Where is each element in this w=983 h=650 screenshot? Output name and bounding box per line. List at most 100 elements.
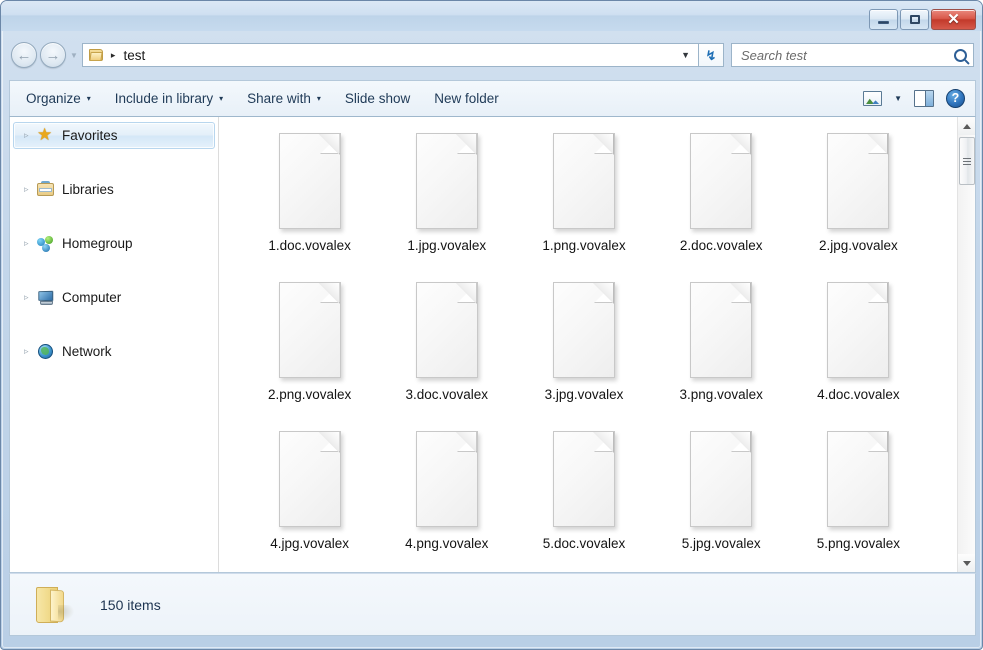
toolbar-label: Slide show bbox=[344, 91, 411, 106]
blank-document-icon bbox=[267, 127, 353, 235]
breadcrumb-path[interactable]: test bbox=[123, 48, 145, 63]
file-name-label: 3.doc.vovalex bbox=[405, 387, 489, 402]
explorer-body: ▹ ★ Favorites ▹ Libraries ▹ Homegroup ▹ … bbox=[9, 117, 976, 573]
file-name-label: 4.jpg.vovalex bbox=[270, 536, 349, 551]
file-item[interactable]: 4.jpg.vovalex bbox=[241, 425, 378, 572]
sidebar-item-network[interactable]: ▹ Network bbox=[13, 338, 215, 365]
scroll-up-button[interactable] bbox=[958, 117, 975, 135]
file-item[interactable]: 1.doc.vovalex bbox=[241, 127, 378, 276]
blank-document-icon bbox=[404, 127, 490, 235]
recent-pages-caret-icon[interactable]: ▼ bbox=[70, 51, 78, 60]
file-item[interactable]: 3.doc.vovalex bbox=[378, 276, 515, 425]
nav-gap bbox=[10, 149, 218, 176]
file-name-label: 4.doc.vovalex bbox=[817, 387, 900, 402]
maximize-icon bbox=[909, 15, 920, 24]
blank-document-icon bbox=[404, 276, 490, 384]
back-arrow-icon: ← bbox=[16, 46, 32, 64]
sidebar-item-label: Favorites bbox=[62, 128, 118, 143]
toolbar-item-organize[interactable]: Organize ▾ bbox=[14, 85, 103, 112]
sidebar-item-computer[interactable]: ▹ Computer bbox=[13, 284, 215, 311]
sidebar-item-label: Computer bbox=[62, 290, 122, 305]
file-name-label: 2.doc.vovalex bbox=[679, 238, 763, 253]
expand-chevron-icon[interactable]: ▹ bbox=[24, 185, 37, 194]
preview-pane-icon bbox=[914, 90, 934, 107]
search-icon[interactable] bbox=[954, 48, 967, 62]
address-bar-row: ← → ▼ ▸ test ▼ ↯ bbox=[1, 37, 982, 73]
address-bar[interactable]: ▸ test ▼ bbox=[81, 43, 698, 67]
toolbar-label: New folder bbox=[434, 91, 499, 106]
search-box[interactable] bbox=[731, 43, 974, 67]
file-item[interactable]: 5.doc.vovalex bbox=[515, 425, 652, 572]
forward-arrow-icon: → bbox=[45, 46, 61, 64]
homegroup-icon bbox=[37, 235, 55, 252]
file-item[interactable]: 2.doc.vovalex bbox=[653, 127, 790, 276]
change-view-button[interactable] bbox=[857, 85, 888, 112]
toolbar-item-include-in-library[interactable]: Include in library ▾ bbox=[103, 85, 235, 112]
file-item[interactable]: 3.png.vovalex bbox=[653, 276, 790, 425]
chevron-down-icon: ▾ bbox=[86, 94, 91, 103]
expand-chevron-icon[interactable]: ▹ bbox=[24, 239, 37, 248]
file-item[interactable]: 2.png.vovalex bbox=[241, 276, 378, 425]
file-item[interactable]: 4.doc.vovalex bbox=[790, 276, 927, 425]
file-item[interactable]: 5.png.vovalex bbox=[790, 425, 927, 572]
minimize-button[interactable] bbox=[869, 9, 898, 30]
preview-pane-button[interactable] bbox=[908, 85, 940, 112]
sidebar-item-label: Libraries bbox=[62, 182, 114, 197]
close-icon: ✕ bbox=[947, 11, 960, 28]
vertical-scrollbar[interactable] bbox=[957, 117, 975, 572]
file-item[interactable]: 1.png.vovalex bbox=[515, 127, 652, 276]
blank-document-icon bbox=[404, 425, 490, 533]
refresh-icon: ↯ bbox=[705, 47, 717, 63]
search-input[interactable] bbox=[741, 47, 950, 63]
file-item[interactable]: 5.jpg.vovalex bbox=[653, 425, 790, 572]
star-icon: ★ bbox=[37, 125, 53, 144]
nav-gap bbox=[10, 257, 218, 284]
blank-document-icon bbox=[541, 127, 627, 235]
sidebar-item-label: Network bbox=[62, 344, 112, 359]
file-name-label: 3.jpg.vovalex bbox=[544, 387, 624, 402]
toolbar-item-new-folder[interactable]: New folder bbox=[422, 85, 511, 112]
file-grid: 1.doc.vovalex 1.jpg.vovalex 1.png.vovalex 2… bbox=[219, 117, 941, 572]
file-name-label: 1.jpg.vovalex bbox=[407, 238, 487, 253]
explorer-window: ✕ ← → ▼ ▸ test ▼ ↯ Search test Organize … bbox=[0, 0, 983, 650]
back-button[interactable]: ← bbox=[11, 42, 37, 68]
file-name-label: 5.jpg.vovalex bbox=[681, 536, 761, 551]
file-item[interactable]: 4.png.vovalex bbox=[378, 425, 515, 572]
title-bar: ✕ bbox=[1, 1, 982, 31]
file-name-label: 5.png.vovalex bbox=[816, 536, 901, 551]
maximize-button[interactable] bbox=[900, 9, 929, 30]
toolbar-item-slide-show[interactable]: Slide show bbox=[333, 85, 422, 112]
sidebar-item-favorites[interactable]: ▹ ★ Favorites bbox=[13, 122, 215, 149]
toolbar-item-share-with[interactable]: Share with ▾ bbox=[235, 85, 333, 112]
sidebar-item-homegroup[interactable]: ▹ Homegroup bbox=[13, 230, 215, 257]
sidebar-item-libraries[interactable]: ▹ Libraries bbox=[13, 176, 215, 203]
file-name-label: 4.png.vovalex bbox=[405, 536, 489, 551]
toolbar-label: Include in library bbox=[114, 91, 214, 106]
blank-document-icon bbox=[815, 127, 901, 235]
refresh-button[interactable]: ↯ bbox=[698, 43, 724, 67]
address-dropdown-icon[interactable]: ▼ bbox=[681, 44, 690, 66]
scrollbar-thumb[interactable] bbox=[959, 137, 975, 185]
scroll-down-button[interactable] bbox=[958, 554, 975, 572]
triangle-down-icon bbox=[963, 560, 971, 566]
blank-document-icon bbox=[541, 276, 627, 384]
blank-document-icon bbox=[678, 276, 764, 384]
chevron-down-icon: ▾ bbox=[316, 94, 321, 103]
expand-chevron-icon[interactable]: ▹ bbox=[24, 131, 37, 140]
file-name-label: 1.doc.vovalex bbox=[268, 238, 351, 253]
close-button[interactable]: ✕ bbox=[931, 9, 976, 30]
file-item[interactable]: 3.jpg.vovalex bbox=[515, 276, 652, 425]
forward-button[interactable]: → bbox=[40, 42, 66, 68]
file-name-label: 1.png.vovalex bbox=[542, 238, 626, 253]
file-list-pane[interactable]: 1.doc.vovalex 1.jpg.vovalex 1.png.vovalex 2… bbox=[219, 117, 975, 572]
blank-document-icon bbox=[678, 127, 764, 235]
file-name-label: 2.png.vovalex bbox=[267, 387, 352, 402]
change-view-dropdown-button[interactable]: ▼ bbox=[888, 85, 908, 112]
file-item[interactable]: 2.jpg.vovalex bbox=[790, 127, 927, 276]
expand-chevron-icon[interactable]: ▹ bbox=[24, 347, 37, 356]
help-button[interactable]: ? bbox=[940, 85, 971, 112]
network-icon bbox=[37, 343, 55, 360]
expand-chevron-icon[interactable]: ▹ bbox=[24, 293, 37, 302]
file-item[interactable]: 1.jpg.vovalex bbox=[378, 127, 515, 276]
grip-icon bbox=[963, 157, 971, 165]
